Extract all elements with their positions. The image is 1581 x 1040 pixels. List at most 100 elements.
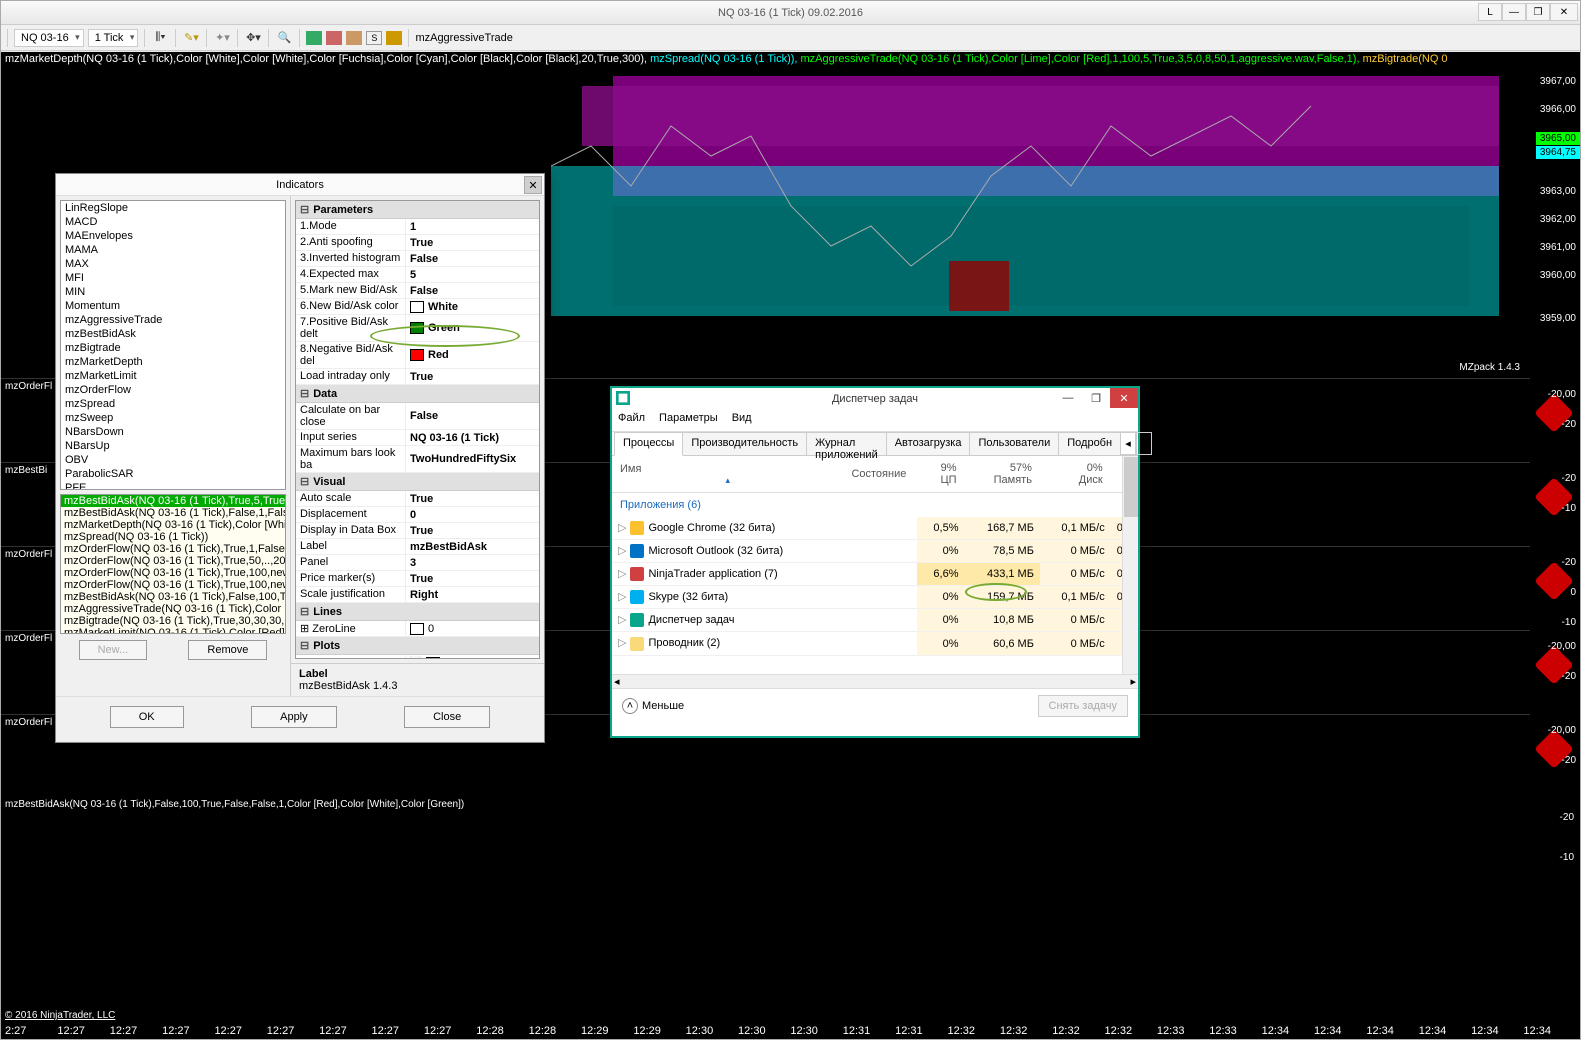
tm-minimize-button[interactable]: — <box>1054 388 1082 408</box>
tm-close-button[interactable]: ✕ <box>1110 388 1138 408</box>
indicator-list-item[interactable]: OBV <box>61 453 285 467</box>
process-row[interactable]: ▷Google Chrome (32 бита)0,5%168,7 МБ0,1 … <box>612 517 1138 540</box>
process-row[interactable]: ▷Диспетчер задач0%10,8 МБ0 МБ/с0 <box>612 609 1138 632</box>
col-mem[interactable]: 57%Память <box>965 456 1040 493</box>
property-value[interactable]: TwoHundredFiftySix <box>406 446 539 472</box>
property-row[interactable]: 2.Anti spoofingTrue <box>296 235 539 251</box>
indicator-list-item[interactable]: MAMA <box>61 243 285 257</box>
expand-icon[interactable]: ▷ <box>618 545 626 557</box>
property-value[interactable]: True <box>406 369 539 384</box>
data-icon[interactable] <box>306 31 322 45</box>
scrollbar-thumb[interactable] <box>1124 457 1138 517</box>
property-row[interactable]: Input seriesNQ 03-16 (1 Tick) <box>296 430 539 446</box>
property-value[interactable]: False <box>406 283 539 298</box>
layers-icon[interactable] <box>386 31 402 45</box>
indicator-list-item[interactable]: mzMarketDepth <box>61 355 285 369</box>
indicator-list-item[interactable]: mzBestBidAsk <box>61 327 285 341</box>
property-value[interactable]: 1 <box>406 219 539 234</box>
applied-indicator-item[interactable]: mzBigtrade(NQ 03-16 (1 Tick),True,30,30,… <box>61 615 285 627</box>
price-axis[interactable]: 3967,003966,003965,003963,003962,003961,… <box>1530 66 1580 1039</box>
property-row[interactable]: Load intraday onlyTrue <box>296 369 539 385</box>
tm-tab[interactable]: Пользователи <box>969 432 1059 455</box>
property-section-header[interactable]: Parameters <box>296 201 539 219</box>
property-row[interactable]: Displacement0 <box>296 507 539 523</box>
period-dropdown[interactable]: 1 Tick <box>88 29 139 47</box>
property-row[interactable]: 3.Inverted histogramFalse <box>296 251 539 267</box>
expand-icon[interactable]: ▷ <box>618 522 626 534</box>
s-icon[interactable]: S <box>366 31 382 45</box>
indicator-list-item[interactable]: MAEnvelopes <box>61 229 285 243</box>
remove-button[interactable]: Remove <box>188 640 267 660</box>
expand-icon[interactable]: ▷ <box>618 591 626 603</box>
new-button[interactable]: New... <box>79 640 148 660</box>
L-button[interactable]: L <box>1478 3 1502 21</box>
dialog-close-button[interactable]: ✕ <box>524 176 542 194</box>
property-value[interactable]: 3 <box>406 555 539 570</box>
horizontal-scrollbar[interactable]: ◂ ▸ <box>612 674 1138 688</box>
property-value[interactable]: Red <box>406 342 539 368</box>
applied-indicator-item[interactable]: mzOrderFlow(NQ 03-16 (1 Tick),True,100,n… <box>61 567 285 579</box>
property-row[interactable]: Scale justificationRight <box>296 587 539 603</box>
process-name-cell[interactable]: ▷Диспетчер задач <box>612 609 843 632</box>
process-row[interactable]: ▷Microsoft Outlook (32 бита)0%78,5 МБ0 М… <box>612 540 1138 563</box>
tab-left-button[interactable]: ◂ <box>1120 432 1136 455</box>
ok-button[interactable]: OK <box>110 706 184 728</box>
bars-icon[interactable]: ⫼▾ <box>151 29 169 47</box>
indicator-list-item[interactable]: ParabolicSAR <box>61 467 285 481</box>
indicator-list-item[interactable]: Momentum <box>61 299 285 313</box>
expand-icon[interactable]: ▷ <box>618 568 626 580</box>
property-value[interactable]: mzBestBidAsk <box>406 539 539 554</box>
indicator-list-item[interactable]: MACD <box>61 215 285 229</box>
property-grid[interactable]: Parameters1.Mode12.Anti spoofingTrue3.In… <box>295 200 540 659</box>
applied-indicator-item[interactable]: mzBestBidAsk(NQ 03-16 (1 Tick),False,1,F… <box>61 507 285 519</box>
indicator-list-item[interactable]: mzSweep <box>61 411 285 425</box>
property-row[interactable]: Price marker(s)True <box>296 571 539 587</box>
applied-indicator-item[interactable]: mzOrderFlow(NQ 03-16 (1 Tick),True,50,..… <box>61 555 285 567</box>
apply-button[interactable]: Apply <box>251 706 337 728</box>
applied-indicator-item[interactable]: mzSpread(NQ 03-16 (1 Tick)) <box>61 531 285 543</box>
property-row[interactable]: 6.New Bid/Ask colorWhite <box>296 299 539 315</box>
end-task-button[interactable]: Снять задачу <box>1038 695 1129 717</box>
tm-menu-item[interactable]: Параметры <box>659 412 718 429</box>
indicator-list-item[interactable]: MAX <box>61 257 285 271</box>
tm-tab[interactable]: Автозагрузка <box>886 432 971 455</box>
maximize-button[interactable]: ❐ <box>1526 3 1550 21</box>
property-value[interactable]: False <box>406 251 539 266</box>
property-section-header[interactable]: Plots <box>296 637 539 655</box>
indicator-list-item[interactable]: mzAggressiveTrade <box>61 313 285 327</box>
crosshair-icon[interactable]: ✥▾ <box>244 29 262 47</box>
process-row[interactable]: ▷Проводник (2)0%60,6 МБ0 МБ/с0 <box>612 632 1138 655</box>
zoom-icon[interactable]: 🔍 <box>275 29 293 47</box>
copyright[interactable]: © 2016 NinjaTrader, LLC <box>5 1010 115 1021</box>
dialog-titlebar[interactable]: Indicators ✕ <box>56 174 544 196</box>
vertical-scrollbar[interactable] <box>1122 456 1138 674</box>
property-row[interactable]: 1.Mode1 <box>296 219 539 235</box>
property-value[interactable]: 0 <box>406 621 539 636</box>
col-disk[interactable]: 0%Диск <box>1040 456 1111 493</box>
applied-indicators-list[interactable]: mzBestBidAsk(NQ 03-16 (1 Tick),True,5,Tr… <box>60 494 286 634</box>
apps-group-header[interactable]: Приложения (6) <box>612 493 1138 518</box>
process-name-cell[interactable]: ▷Microsoft Outlook (32 бита) <box>612 540 843 563</box>
chart-icon[interactable] <box>326 31 342 45</box>
applied-indicator-item[interactable]: mzBestBidAsk(NQ 03-16 (1 Tick),True,5,Tr… <box>61 495 285 507</box>
process-name-cell[interactable]: ▷Проводник (2) <box>612 632 843 655</box>
applied-indicator-item[interactable]: mzMarketDepth(NQ 03-16 (1 Tick),Color [W… <box>61 519 285 531</box>
applied-indicator-item[interactable]: mzOrderFlow(NQ 03-16 (1 Tick),True,100,n… <box>61 579 285 591</box>
property-value[interactable]: White <box>406 299 539 314</box>
indicator-list-item[interactable]: mzBigtrade <box>61 341 285 355</box>
property-row[interactable]: LabelmzBestBidAsk <box>296 539 539 555</box>
symbol-dropdown[interactable]: NQ 03-16 <box>14 29 84 47</box>
property-section-header[interactable]: Visual <box>296 473 539 491</box>
property-value[interactable]: 📊Bar; Solid; 2px <box>406 655 539 659</box>
property-value[interactable]: 5 <box>406 267 539 282</box>
property-value[interactable]: True <box>406 523 539 538</box>
process-row[interactable]: ▷Skype (32 бита)0%159,7 МБ0,1 МБ/с0,1 <box>612 586 1138 609</box>
property-row[interactable]: Maximum bars look baTwoHundredFiftySix <box>296 446 539 473</box>
process-name-cell[interactable]: ▷Skype (32 бита) <box>612 586 843 609</box>
process-row[interactable]: ▷NinjaTrader application (7)6,6%433,1 МБ… <box>612 563 1138 586</box>
expand-icon[interactable]: ▷ <box>618 637 626 649</box>
expand-icon[interactable]: ▷ <box>618 614 626 626</box>
property-value[interactable]: Green <box>406 315 539 341</box>
indicator-list-item[interactable]: NBarsDown <box>61 425 285 439</box>
indicator-list-item[interactable]: PFE <box>61 481 285 490</box>
